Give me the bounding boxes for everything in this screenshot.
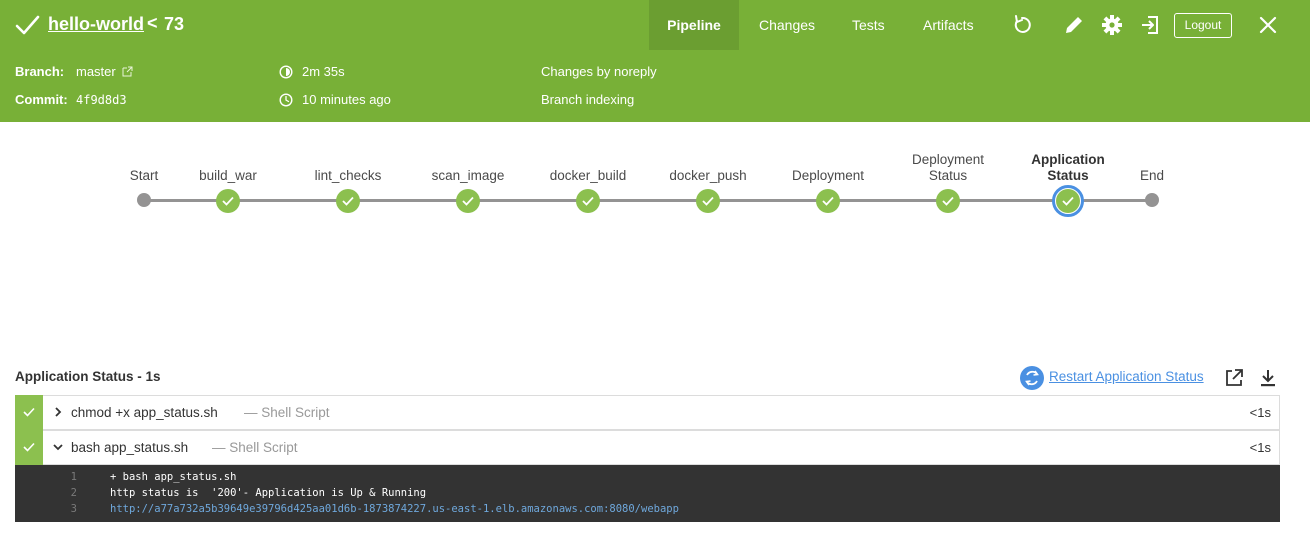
gear-icon[interactable] xyxy=(1101,14,1123,36)
stage-node-scan-image[interactable] xyxy=(456,189,480,213)
step-duration: <1s xyxy=(1249,440,1271,455)
stage-node-deployment[interactable] xyxy=(816,189,840,213)
chevron-right-icon[interactable] xyxy=(52,406,64,418)
check-icon xyxy=(822,196,834,206)
check-icon xyxy=(222,196,234,206)
console-url-link[interactable]: http://a77a732a5b39649e39796d425aa01d6b-… xyxy=(110,501,679,517)
stage-label-line: Status xyxy=(928,168,968,183)
job-name-link[interactable]: hello-world xyxy=(48,14,144,35)
branch-value[interactable]: master xyxy=(76,64,116,79)
chevron-down-icon[interactable] xyxy=(52,441,64,453)
line-number: 1 xyxy=(70,471,77,483)
restart-icon[interactable] xyxy=(1020,366,1044,390)
run-duration: 2m 35s xyxy=(302,64,345,79)
stage-node-docker-push[interactable] xyxy=(696,189,720,213)
stage-label-end: End xyxy=(1139,168,1165,183)
edit-icon[interactable] xyxy=(1063,14,1085,36)
stage-node-docker-build[interactable] xyxy=(576,189,600,213)
check-icon xyxy=(582,196,594,206)
external-link-icon[interactable] xyxy=(122,66,133,77)
restart-stage-label[interactable]: Restart Application Status xyxy=(1049,369,1204,384)
stage-label-build-war: build_war xyxy=(199,168,257,183)
step-success-badge xyxy=(15,430,43,465)
stage-label-line: Deployment xyxy=(911,152,985,167)
open-in-new-icon[interactable] xyxy=(1224,368,1244,388)
end-node xyxy=(1145,193,1159,207)
top-header: hello-world < 73 Pipeline Changes Tests … xyxy=(0,0,1310,50)
run-info-bar: Branch: master Commit: 4f9d8d3 2m 35s 10… xyxy=(0,50,1310,122)
stage-node-application-status[interactable] xyxy=(1052,185,1084,217)
line-number: 2 xyxy=(70,487,77,499)
check-icon xyxy=(23,442,35,452)
line-number: 3 xyxy=(70,503,77,515)
stage-label-docker-push: docker_push xyxy=(669,168,747,183)
console-log: 1 + bash app_status.sh 2 http status is … xyxy=(15,465,1280,522)
pipeline-connector xyxy=(144,199,1152,202)
step-row[interactable]: bash app_status.sh — Shell Script <1s xyxy=(15,430,1280,465)
success-check-icon xyxy=(15,15,40,35)
step-command: bash app_status.sh xyxy=(71,440,189,455)
rerun-icon[interactable] xyxy=(1011,14,1033,36)
stage-label-line: Application xyxy=(1031,152,1105,167)
run-number: 73 xyxy=(164,14,185,34)
step-duration: <1s xyxy=(1249,405,1271,420)
selected-node-fill xyxy=(1056,189,1080,213)
tab-tests[interactable]: Tests xyxy=(852,0,885,50)
branch-label: Branch: xyxy=(15,64,65,79)
run-started: 10 minutes ago xyxy=(302,92,391,107)
step-command: chmod +x app_status.sh xyxy=(71,405,218,420)
stage-label-lint-checks: lint_checks xyxy=(314,168,382,183)
commit-hash[interactable]: 4f9d8d3 xyxy=(76,93,127,107)
line-text: http status is '200'- Application is Up … xyxy=(110,487,427,499)
step-row[interactable]: chmod +x app_status.sh — Shell Script <1… xyxy=(15,395,1280,430)
check-icon xyxy=(462,196,474,206)
stage-label-scan-image: scan_image xyxy=(431,168,505,183)
step-detail-title: Application Status - 1s xyxy=(15,369,161,384)
logout-button[interactable]: Logout xyxy=(1174,13,1232,38)
duration-icon xyxy=(279,65,293,79)
check-icon xyxy=(942,196,954,206)
check-icon xyxy=(1062,196,1074,206)
tab-pipeline[interactable]: Pipeline xyxy=(649,0,739,50)
changes-summary: Changes by noreply xyxy=(541,64,657,79)
exit-classic-icon[interactable] xyxy=(1139,14,1161,36)
close-icon[interactable] xyxy=(1257,14,1279,36)
start-node xyxy=(137,193,151,207)
run-cause: Branch indexing xyxy=(541,92,635,107)
pipeline-graph: Start build_war lint_checks scan_image d… xyxy=(0,122,1310,242)
check-icon xyxy=(23,407,35,417)
step-success-badge xyxy=(15,395,43,430)
step-description: — Shell Script xyxy=(212,440,298,455)
tab-artifacts[interactable]: Artifacts xyxy=(923,0,974,50)
download-icon[interactable] xyxy=(1259,368,1277,388)
stage-label-docker-build: docker_build xyxy=(549,168,627,183)
tab-changes[interactable]: Changes xyxy=(759,0,815,50)
stage-node-build-war[interactable] xyxy=(216,189,240,213)
check-icon xyxy=(342,196,354,206)
stage-label-deployment: Deployment xyxy=(791,168,865,183)
stage-label-deployment-status: Deployment Status xyxy=(888,152,1008,184)
step-description: — Shell Script xyxy=(244,405,330,420)
check-icon xyxy=(702,196,714,206)
commit-label: Commit: xyxy=(15,92,68,107)
clock-icon xyxy=(279,93,293,107)
stage-node-deployment-status[interactable] xyxy=(936,189,960,213)
line-text: + bash app_status.sh xyxy=(110,471,237,483)
stage-node-lint-checks[interactable] xyxy=(336,189,360,213)
run-separator: < xyxy=(147,13,158,33)
